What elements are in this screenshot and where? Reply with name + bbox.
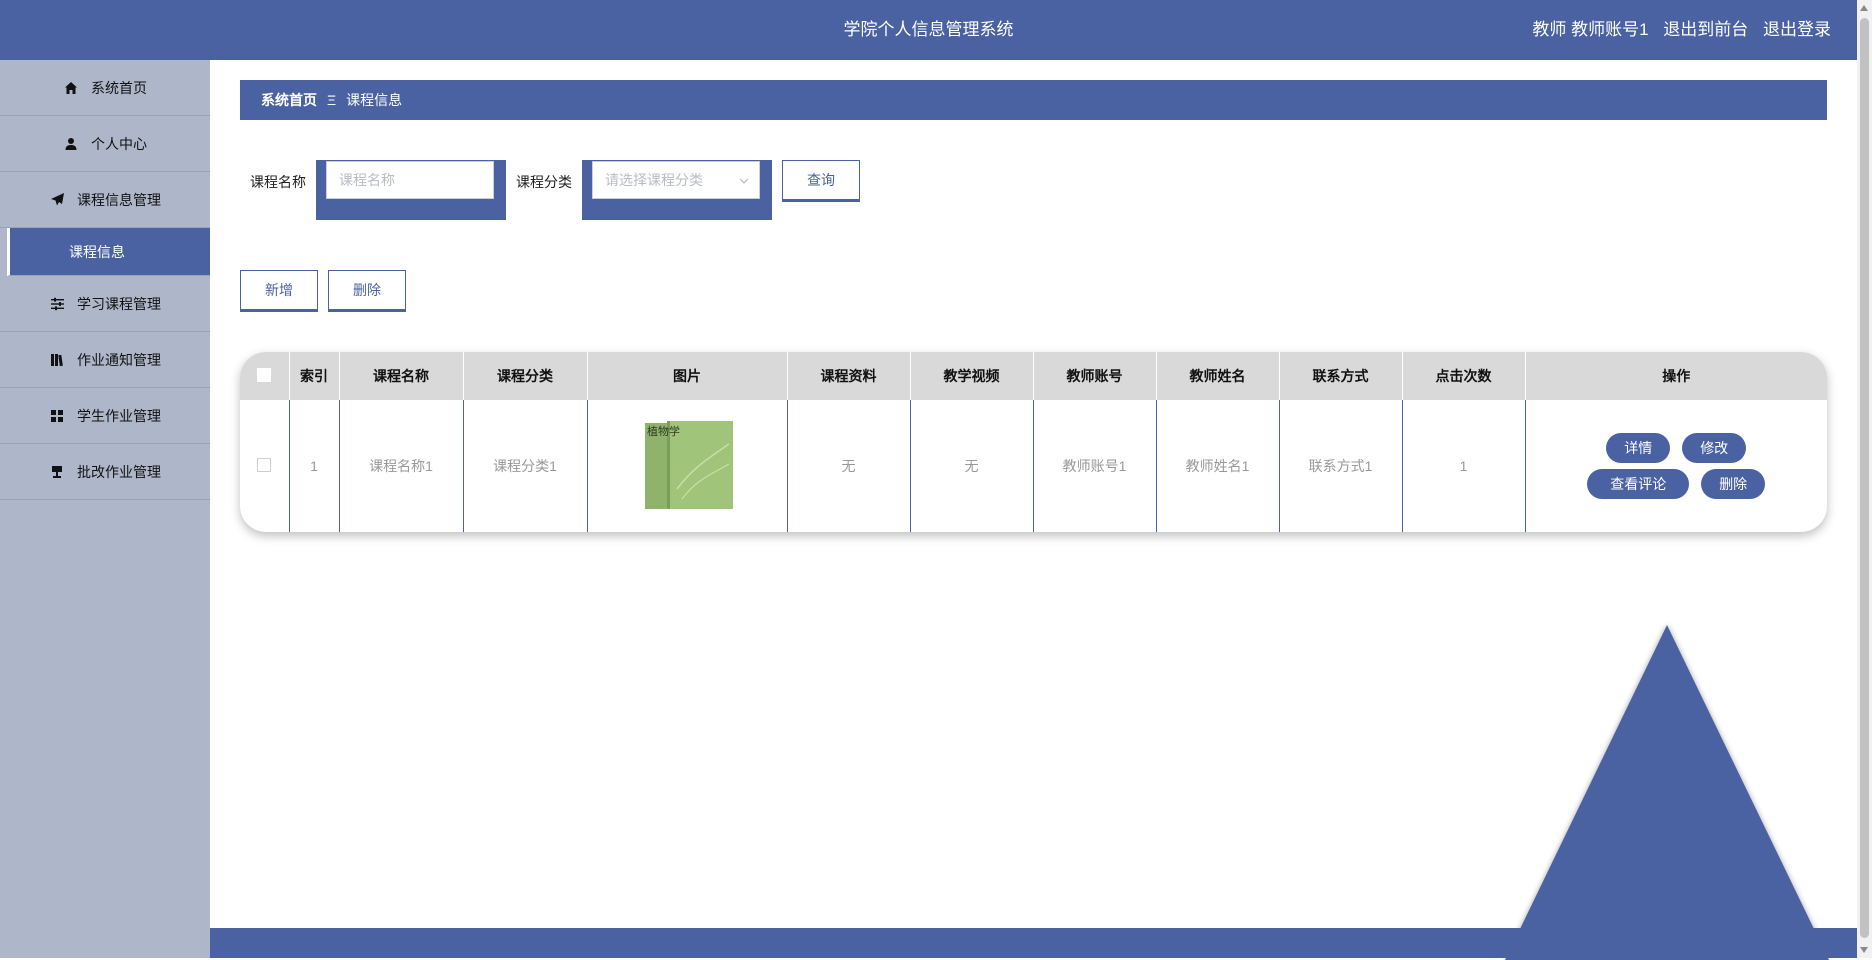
home-icon xyxy=(63,80,79,96)
detail-button[interactable]: 详情 xyxy=(1606,433,1671,463)
breadcrumb: 系统首页 Ξ 课程信息 xyxy=(240,80,1827,120)
query-button[interactable]: 查询 xyxy=(782,160,860,200)
cell-course-name: 课程名称1 xyxy=(339,400,464,532)
sidebar-item-label: 个人中心 xyxy=(91,135,147,152)
cell-operations: 详情 修改 查看评论 删除 xyxy=(1525,400,1827,532)
sidebar-item-label: 课程信息 xyxy=(69,243,125,260)
top-header: 学院个人信息管理系统 教师 教师账号1 退出到前台 退出登录 xyxy=(0,0,1857,60)
front-link[interactable]: 退出到前台 xyxy=(1663,20,1748,39)
view-comments-button[interactable]: 查看评论 xyxy=(1587,469,1690,499)
stamp-icon xyxy=(49,464,65,480)
decorative-triangle xyxy=(1505,625,1829,960)
breadcrumb-home[interactable]: 系统首页 xyxy=(261,90,317,110)
user-role-label: 教师 教师账号1 xyxy=(1532,20,1649,39)
column-header: 课程分类 xyxy=(463,352,588,400)
course-category-label: 课程分类 xyxy=(516,174,572,190)
edit-button[interactable]: 修改 xyxy=(1682,433,1747,463)
footer-bar xyxy=(210,928,1857,958)
sidebar-item-grading[interactable]: 批改作业管理 xyxy=(0,444,210,500)
sidebar-item-profile[interactable]: 个人中心 xyxy=(0,116,210,172)
course-name-label: 课程名称 xyxy=(250,174,306,190)
column-header: 点击次数 xyxy=(1402,352,1526,400)
sidebar-item-study-courses[interactable]: 学习课程管理 xyxy=(0,276,210,332)
grid-icon xyxy=(49,408,65,424)
course-name-input-wrap: 课程名称 xyxy=(316,160,506,220)
cell-clicks: 1 xyxy=(1402,400,1526,532)
column-header: 索引 xyxy=(289,352,340,400)
cell-teacher-account: 教师账号1 xyxy=(1033,400,1157,532)
header-user-area: 教师 教师账号1 退出到前台 退出登录 xyxy=(1522,0,1831,60)
delete-button[interactable]: 删除 xyxy=(328,270,406,310)
column-header: 联系方式 xyxy=(1279,352,1403,400)
sidebar-item-label: 系统首页 xyxy=(91,79,147,96)
sidebar-item-label: 批改作业管理 xyxy=(77,463,161,480)
sidebar-item-homework-notice[interactable]: 作业通知管理 xyxy=(0,332,210,388)
cell-contact: 联系方式1 xyxy=(1279,400,1403,532)
sidebar-item-home[interactable]: 系统首页 xyxy=(0,60,210,116)
course-name-input[interactable]: 课程名称 xyxy=(326,161,494,199)
column-header: 课程资料 xyxy=(787,352,911,400)
cell-video: 无 xyxy=(910,400,1034,532)
row-delete-button[interactable]: 删除 xyxy=(1701,469,1766,499)
book-icon xyxy=(49,352,65,368)
cell-category: 课程分类1 xyxy=(463,400,588,532)
course-book-image: 植物学 xyxy=(645,420,733,509)
sidebar-item-label: 学习课程管理 xyxy=(77,295,161,312)
book-title-text: 植物学 xyxy=(647,424,680,438)
sliders-icon xyxy=(49,296,65,312)
select-all-checkbox-cell[interactable] xyxy=(240,352,290,400)
send-icon xyxy=(49,192,65,208)
course-category-select-wrap: 请选择课程分类 xyxy=(582,160,772,220)
cell-teacher-name: 教师姓名1 xyxy=(1156,400,1280,532)
add-button[interactable]: 新增 xyxy=(240,270,318,310)
scroll-thumb[interactable] xyxy=(1860,18,1869,938)
breadcrumb-current: 课程信息 xyxy=(346,92,403,108)
cell-index: 1 xyxy=(289,400,340,532)
page-scrollbar[interactable] xyxy=(1857,0,1872,958)
sidebar: 系统首页 个人中心 课程信息管理 课程信息 学习课程管理 作业通知管理 学生作业… xyxy=(0,60,210,958)
chevron-down-icon xyxy=(739,162,749,198)
logout-link[interactable]: 退出登录 xyxy=(1763,20,1831,39)
sidebar-item-student-homework[interactable]: 学生作业管理 xyxy=(0,388,210,444)
sidebar-item-label: 作业通知管理 xyxy=(77,351,161,368)
table-row: 1 课程名称1 课程分类1 植物学 无 无 教师账号1 教师姓名1 联系方式1 … xyxy=(240,400,1827,532)
cell-material: 无 xyxy=(787,400,911,532)
select-all-checkbox[interactable] xyxy=(257,367,272,382)
row-checkbox[interactable] xyxy=(257,457,272,472)
table-header-row: 索引 课程名称 课程分类 图片 课程资料 教学视频 教师账号 教师姓名 联系方式… xyxy=(240,352,1827,400)
user-icon xyxy=(63,136,79,152)
course-table: 索引 课程名称 课程分类 图片 课程资料 教学视频 教师账号 教师姓名 联系方式… xyxy=(240,352,1827,532)
category-select-placeholder: 请选择课程分类 xyxy=(605,172,703,188)
column-header: 课程名称 xyxy=(339,352,464,400)
sidebar-item-course-info[interactable]: 课程信息 xyxy=(7,228,210,276)
column-header: 教师姓名 xyxy=(1156,352,1280,400)
course-category-select[interactable]: 请选择课程分类 xyxy=(592,161,760,199)
row-checkbox-cell[interactable] xyxy=(240,400,290,532)
column-header: 教师账号 xyxy=(1033,352,1157,400)
scroll-up-icon[interactable] xyxy=(1860,5,1868,11)
column-header: 教学视频 xyxy=(910,352,1034,400)
sidebar-item-label: 学生作业管理 xyxy=(77,407,161,424)
sidebar-item-course-management[interactable]: 课程信息管理 xyxy=(0,172,210,228)
sidebar-item-label: 课程信息管理 xyxy=(77,191,161,208)
breadcrumb-separator: Ξ xyxy=(327,92,337,108)
column-header: 操作 xyxy=(1662,368,1691,384)
cell-image: 植物学 xyxy=(587,400,788,532)
scroll-down-icon[interactable] xyxy=(1860,947,1868,953)
column-header: 图片 xyxy=(587,352,788,400)
